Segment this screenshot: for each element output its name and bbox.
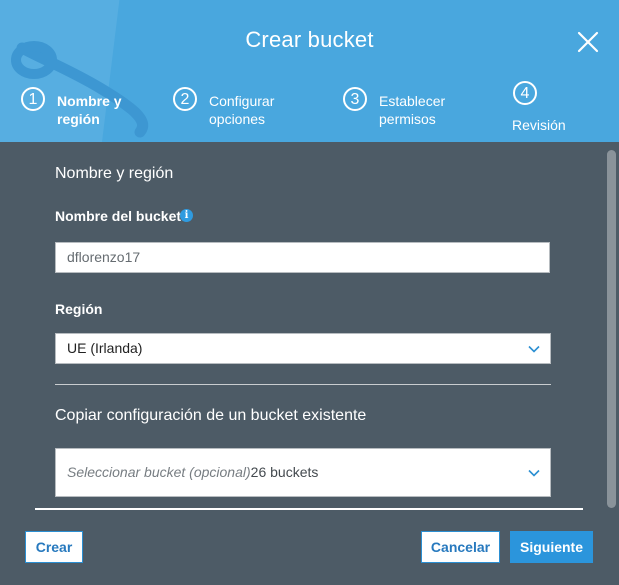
step-number: 3 bbox=[343, 87, 367, 111]
step-label-line2: permisos bbox=[379, 111, 436, 127]
step-label-line1: Configurar bbox=[209, 93, 275, 109]
copy-bucket-select[interactable]: Seleccionar bucket (opcional)26 buckets bbox=[55, 448, 551, 497]
step-number: 1 bbox=[21, 87, 45, 111]
create-bucket-dialog: Crear bucket 1 Nombre y región 2 Configu… bbox=[0, 0, 619, 585]
create-button[interactable]: Crear bbox=[25, 531, 83, 563]
chevron-down-icon bbox=[528, 345, 540, 353]
section-title: Nombre y región bbox=[55, 165, 174, 182]
scrollbar[interactable] bbox=[607, 150, 616, 508]
bucket-name-input[interactable]: dflorenzo17 bbox=[55, 242, 550, 273]
cancel-button[interactable]: Cancelar bbox=[421, 531, 500, 563]
bucket-name-label: Nombre del bucket bbox=[55, 208, 182, 224]
chevron-down-icon bbox=[528, 469, 540, 477]
dialog-title: Crear bucket bbox=[245, 27, 374, 52]
step-label-line1: Establecer bbox=[379, 93, 446, 109]
region-select[interactable]: UE (Irlanda) bbox=[55, 333, 551, 364]
dialog-body: Nombre y región Nombre del bucket i dflo… bbox=[0, 142, 619, 509]
region-selected-value: UE (Irlanda) bbox=[67, 340, 143, 356]
close-icon[interactable] bbox=[573, 27, 603, 57]
dialog-header: Crear bucket 1 Nombre y región 2 Configu… bbox=[0, 0, 619, 142]
step-number: 2 bbox=[173, 87, 197, 111]
bucket-illustration bbox=[0, 0, 148, 142]
step-number: 4 bbox=[513, 81, 537, 105]
step-label-line2: región bbox=[57, 111, 100, 127]
step-label-line1: Revisión bbox=[512, 117, 566, 133]
copy-bucket-placeholder: Seleccionar bucket (opcional) bbox=[67, 464, 251, 480]
region-label: Región bbox=[55, 301, 103, 317]
info-icon[interactable]: i bbox=[180, 209, 193, 222]
step-label-line2: opciones bbox=[209, 111, 266, 127]
step-label-line1: Nombre y bbox=[57, 93, 122, 109]
copy-config-title: Copiar configuración de un bucket existe… bbox=[55, 407, 367, 424]
bucket-count: 26 buckets bbox=[250, 464, 319, 480]
divider bbox=[55, 384, 551, 385]
next-button[interactable]: Siguiente bbox=[510, 531, 593, 563]
footer-divider bbox=[35, 508, 583, 510]
